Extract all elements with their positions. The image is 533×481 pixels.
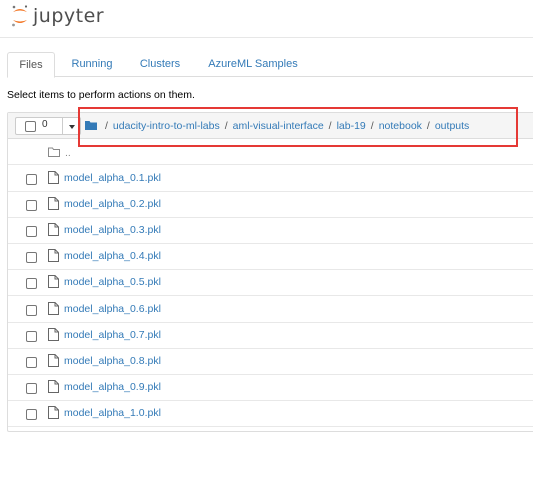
breadcrumb-lab-19[interactable]: lab-19: [337, 120, 366, 132]
tab-running[interactable]: Running: [62, 52, 122, 77]
jupyter-logo[interactable]: jupyter: [10, 4, 110, 32]
file-link[interactable]: model_alpha_0.6.pkl: [64, 303, 161, 315]
row-checkbox[interactable]: [26, 278, 37, 290]
file-row[interactable]: model_alpha_0.2.pkl: [8, 192, 533, 219]
file-icon: [48, 249, 59, 265]
breadcrumb-separator: /: [426, 120, 430, 132]
folder-outline-icon: [48, 147, 60, 160]
file-row[interactable]: model_alpha_0.3.pkl: [8, 218, 533, 245]
row-checkbox[interactable]: [26, 200, 37, 212]
file-row[interactable]: model_alpha_0.9.pkl: [8, 375, 533, 401]
breadcrumb-separator: /: [105, 120, 108, 132]
file-icon: [48, 171, 59, 187]
file-link[interactable]: model_alpha_1.0.pkl: [64, 407, 161, 419]
file-link[interactable]: model_alpha_0.8.pkl: [64, 355, 161, 367]
breadcrumb-outputs[interactable]: outputs: [435, 120, 469, 132]
file-link[interactable]: model_alpha_0.5.pkl: [64, 276, 161, 288]
row-checkbox[interactable]: [26, 330, 37, 342]
header: jupyter: [0, 0, 533, 38]
breadcrumb-separator: /: [370, 120, 374, 132]
file-row[interactable]: model_alpha_0.7.pkl: [8, 323, 533, 349]
file-icon: [48, 223, 59, 239]
file-row[interactable]: model_alpha_0.4.pkl: [8, 244, 533, 271]
folder-icon[interactable]: [85, 120, 97, 134]
file-icon: [48, 379, 59, 396]
row-checkbox[interactable]: [26, 356, 37, 368]
chevron-down-icon[interactable]: [69, 125, 75, 129]
breadcrumb-udacity-intro-to-ml-labs[interactable]: udacity-intro-to-ml-labs: [113, 120, 220, 132]
file-row[interactable]: model_alpha_0.8.pkl: [8, 349, 533, 375]
list-header: 0 / udacity-intro-to-ml-labs / aml-visual-i…: [8, 113, 533, 139]
file-row[interactable]: model_alpha_0.5.pkl: [8, 270, 533, 297]
file-list-panel: 0 / udacity-intro-to-ml-labs / aml-visual-i…: [7, 112, 533, 432]
file-row[interactable]: model_alpha_0.6.pkl: [8, 297, 533, 323]
file-icon: [48, 301, 59, 318]
file-link[interactable]: model_alpha_0.2.pkl: [64, 198, 161, 210]
file-link[interactable]: model_alpha_0.1.pkl: [64, 172, 161, 184]
file-link[interactable]: model_alpha_0.7.pkl: [64, 329, 161, 341]
file-icon: [48, 405, 59, 422]
row-checkbox[interactable]: [26, 382, 37, 394]
breadcrumb-separator: /: [328, 120, 332, 132]
selection-hint: Select items to perform actions on them.: [7, 89, 195, 101]
divider: [62, 118, 63, 134]
row-checkbox[interactable]: [26, 252, 37, 264]
row-checkbox[interactable]: [26, 304, 37, 316]
file-link[interactable]: model_alpha_0.3.pkl: [64, 224, 161, 236]
file-link[interactable]: model_alpha_0.4.pkl: [64, 250, 161, 262]
breadcrumb-aml-visual-interface[interactable]: aml-visual-interface: [233, 120, 324, 132]
parent-directory-link[interactable]: ..: [65, 147, 71, 159]
tab-azureml-samples[interactable]: AzureML Samples: [199, 52, 307, 77]
logo-text: jupyter: [33, 5, 105, 27]
row-checkbox[interactable]: [26, 408, 37, 420]
file-icon: [48, 275, 59, 291]
tab-files[interactable]: Files: [7, 52, 55, 78]
tab-bar: Files Running Clusters AzureML Samples: [7, 52, 533, 78]
tab-clusters[interactable]: Clusters: [131, 52, 189, 77]
select-all-checkbox[interactable]: [25, 121, 36, 132]
file-icon: [48, 353, 59, 370]
jupyter-logo-icon: [12, 5, 28, 27]
breadcrumb-notebook[interactable]: notebook: [379, 120, 422, 132]
file-icon: [48, 327, 59, 344]
row-checkbox[interactable]: [26, 226, 37, 238]
file-icon: [48, 197, 59, 213]
breadcrumb: / udacity-intro-to-ml-labs / aml-visual-int…: [85, 119, 469, 133]
select-all-dropdown[interactable]: 0: [15, 117, 81, 135]
row-checkbox[interactable]: [26, 174, 37, 185]
file-row[interactable]: model_alpha_1.0.pkl: [8, 401, 533, 427]
selected-count: 0: [42, 119, 48, 130]
file-row[interactable]: model_alpha_0.1.pkl: [8, 166, 533, 192]
parent-directory-row[interactable]: ..: [8, 139, 533, 165]
file-link[interactable]: model_alpha_0.9.pkl: [64, 381, 161, 393]
breadcrumb-separator: /: [224, 120, 228, 132]
